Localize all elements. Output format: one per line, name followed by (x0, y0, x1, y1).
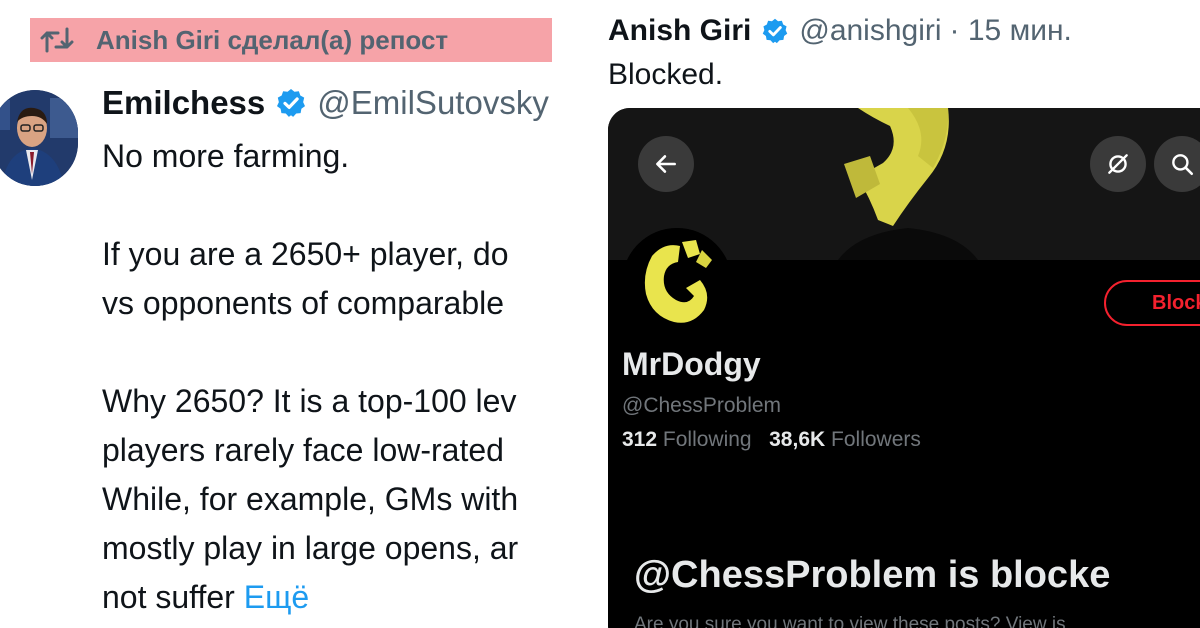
profile-name: MrDodgy (622, 346, 761, 382)
following-count: 312 (622, 428, 658, 451)
giri-author-row: Anish Giri @anishgiri · 15 мин. (608, 14, 1072, 48)
profile-avatar[interactable] (622, 228, 732, 338)
blocked-subtext: Are you sure you want to view these post… (634, 614, 1066, 628)
tweet-line: If you are a 2650+ player, do (102, 236, 509, 272)
blocked-button[interactable]: Blocke (1104, 280, 1200, 326)
tweet-line: mostly play in large opens, ar (102, 530, 519, 566)
tweet-author-row: Emilchess @EmilSutovsky (102, 84, 549, 122)
tweet-line (102, 181, 600, 230)
author-handle[interactable]: @EmilSutovsky (317, 84, 549, 122)
show-more-link[interactable]: Ещё (244, 579, 309, 615)
followers-link[interactable]: 38,6K Followers (769, 428, 921, 451)
post-timestamp[interactable]: · 15 мин. (950, 14, 1072, 48)
giri-post-panel: Anish Giri @anishgiri · 15 мин. Blocked. (600, 0, 1200, 628)
emil-tweet-panel: Anish Giri сделал(а) репост Emilchess @E… (0, 0, 600, 628)
tweet-line: While, for example, GMs with (102, 481, 519, 517)
followers-count: 38,6K (769, 428, 826, 451)
blocked-headline: @ChessProblem is blocke (634, 554, 1111, 596)
repost-icon (40, 27, 74, 53)
chess-knight-logo (622, 228, 732, 338)
tweet-line (102, 328, 600, 377)
tweet-line-last: not suffer Ещё (102, 573, 600, 622)
followers-label: Followers (831, 428, 921, 451)
avatar-photo (0, 90, 78, 186)
avatar[interactable] (0, 90, 78, 186)
following-link[interactable]: 312 Following (622, 428, 752, 451)
verified-badge-icon (277, 89, 306, 117)
tweet-body: No more farming. If you are a 2650+ play… (102, 132, 600, 622)
profile-stats: 312 Following 38,6K Followers (622, 428, 921, 452)
tweet-line: vs opponents of comparable (102, 285, 505, 321)
repost-indicator[interactable]: Anish Giri сделал(а) репост (30, 18, 552, 62)
tweet-line: No more farming. (102, 138, 350, 174)
profile-handle: @ChessProblem (622, 394, 782, 417)
giri-name[interactable]: Anish Giri (608, 14, 751, 48)
back-arrow-icon (656, 155, 676, 173)
following-label: Following (662, 428, 752, 451)
search-icon (1172, 154, 1194, 176)
back-button[interactable] (638, 136, 694, 192)
profile-screenshot: Blocke MrDodgy @ChessProblem 312 Followi… (608, 108, 1200, 628)
author-name[interactable]: Emilchess (102, 84, 265, 122)
no-sign-button[interactable] (1090, 136, 1146, 192)
giri-post-text: Blocked. (608, 58, 724, 91)
tweet-line: players rarely face low-rated (102, 432, 504, 468)
repost-label: Anish Giri сделал(а) репост (96, 24, 449, 55)
verified-badge-icon (763, 18, 788, 44)
tweet-line: Why 2650? It is a top-100 lev (102, 383, 517, 419)
no-sign-icon (1108, 154, 1128, 174)
tweet-line: not suffer (102, 579, 235, 615)
giri-handle[interactable]: @anishgiri (799, 14, 941, 48)
